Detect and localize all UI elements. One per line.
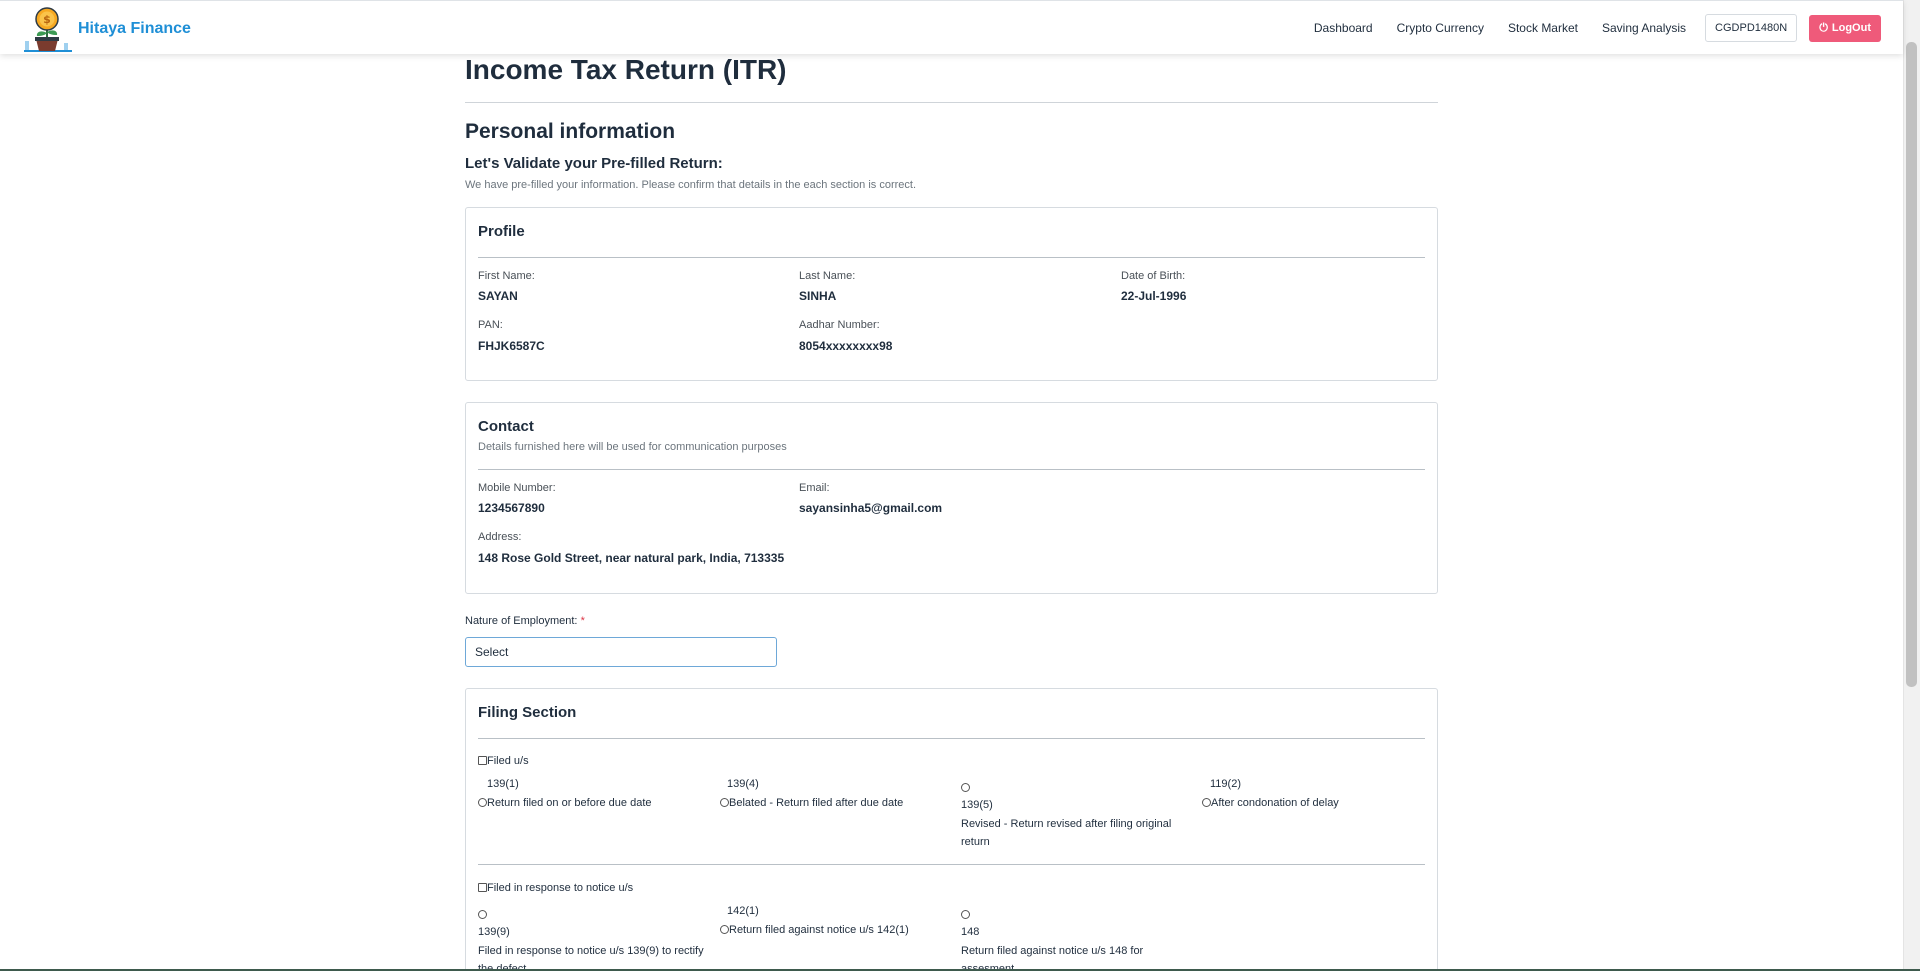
code-148: 148 xyxy=(961,926,980,938)
dob-value: 22-Jul-1996 xyxy=(1121,289,1187,303)
aadhar-label: Aadhar Number: xyxy=(799,319,880,331)
radio-142-1[interactable] xyxy=(720,925,729,934)
option-139-1[interactable]: Return filed on or before due date xyxy=(478,797,652,809)
mobile-label: Mobile Number: xyxy=(478,482,556,494)
employment-label-text: Nature of Employment: xyxy=(465,615,578,627)
code-119-2: 119(2) xyxy=(1210,778,1241,790)
email-label: Email: xyxy=(799,482,830,494)
code-139-9: 139(9) xyxy=(478,926,510,938)
page-scrollbar[interactable] xyxy=(1903,0,1920,971)
top-navbar: $ Hitaya Finance Dashboard Crypto Curren… xyxy=(0,0,1903,54)
mobile-value: 1234567890 xyxy=(478,501,545,515)
title-divider xyxy=(465,102,1438,103)
notice-us-option[interactable]: Filed in response to notice u/s xyxy=(478,882,633,894)
scrollbar-thumb[interactable] xyxy=(1906,42,1917,687)
code-139-4: 139(4) xyxy=(727,778,759,790)
filed-us-option[interactable]: Filed u/s xyxy=(478,755,529,767)
notice-us-label: Filed in response to notice u/s xyxy=(487,882,634,894)
nav-links: Dashboard Crypto Currency Stock Market S… xyxy=(1314,1,1903,55)
radio-139-9[interactable] xyxy=(478,910,487,919)
logout-button[interactable]: ⏻ LogOut xyxy=(1809,14,1881,42)
option-139-5-text[interactable]: Revised - Return revised after filing or… xyxy=(961,815,1191,851)
radio-139-5[interactable] xyxy=(961,783,970,792)
power-icon: ⏻ xyxy=(1819,21,1828,34)
user-id-badge[interactable]: CGDPD1480N xyxy=(1705,14,1798,42)
email-value: sayansinha5@gmail.com xyxy=(799,501,943,515)
dob-label: Date of Birth: xyxy=(1121,270,1186,282)
filing-divider xyxy=(478,738,1425,739)
contact-description: Details furnished here will be used for … xyxy=(478,441,787,453)
option-142-1[interactable]: Return filed against notice u/s 142(1) xyxy=(720,924,909,936)
required-mark: * xyxy=(580,615,585,627)
brand-name: Hitaya Finance xyxy=(78,20,191,37)
nav-link-stock-market[interactable]: Stock Market xyxy=(1508,21,1578,35)
first-name-value: SAYAN xyxy=(478,289,518,303)
radio-139-4[interactable] xyxy=(720,798,729,807)
option-148-text[interactable]: Return filed against notice u/s 148 for … xyxy=(961,942,1191,971)
validate-subtitle: Let's Validate your Pre-filled Return: xyxy=(465,155,723,172)
section-title: Personal information xyxy=(465,120,676,143)
svg-text:$: $ xyxy=(43,13,51,26)
validate-description: We have pre-filled your information. Ple… xyxy=(465,179,917,191)
pan-label: PAN: xyxy=(478,319,503,331)
nav-link-dashboard[interactable]: Dashboard xyxy=(1314,21,1373,35)
code-139-1: 139(1) xyxy=(487,778,519,790)
profile-title: Profile xyxy=(478,223,525,240)
option-139-9-text[interactable]: Filed in response to notice u/s 139(9) t… xyxy=(478,942,708,971)
filing-group-divider xyxy=(478,864,1425,865)
contact-divider xyxy=(478,469,1425,470)
filing-title: Filing Section xyxy=(478,704,577,721)
contact-card: Contact Details furnished here will be u… xyxy=(465,402,1438,594)
employment-select[interactable]: Select xyxy=(465,637,777,667)
option-139-1-text: Return filed on or before due date xyxy=(487,797,652,809)
filed-us-checkbox[interactable] xyxy=(478,756,487,765)
option-139-4-text: Belated - Return filed after due date xyxy=(729,797,904,809)
address-label: Address: xyxy=(478,531,522,543)
page-title: Income Tax Return (ITR) xyxy=(465,54,787,85)
radio-139-1[interactable] xyxy=(478,798,487,807)
last-name-value: SINHA xyxy=(799,289,837,303)
money-plant-logo-icon: $ xyxy=(22,5,74,52)
option-119-2-text: After condonation of delay xyxy=(1211,797,1339,809)
logout-label: LogOut xyxy=(1831,22,1871,34)
option-119-2[interactable]: After condonation of delay xyxy=(1202,797,1339,809)
contact-title: Contact xyxy=(478,418,534,435)
first-name-label: First Name: xyxy=(478,270,535,282)
filed-us-label: Filed u/s xyxy=(487,755,529,767)
brand[interactable]: $ Hitaya Finance xyxy=(22,5,191,52)
profile-card: Profile First Name: SAYAN Last Name: SIN… xyxy=(465,207,1438,381)
code-142-1: 142(1) xyxy=(727,905,759,917)
option-142-1-text: Return filed against notice u/s 142(1) xyxy=(729,924,909,936)
radio-119-2[interactable] xyxy=(1202,798,1211,807)
nav-link-saving-analysis[interactable]: Saving Analysis xyxy=(1602,21,1686,35)
notice-us-checkbox[interactable] xyxy=(478,883,487,892)
last-name-label: Last Name: xyxy=(799,270,856,282)
aadhar-value: 8054xxxxxxxx98 xyxy=(799,339,893,353)
filing-card: Filing Section Filed u/s 139(1) Return f… xyxy=(465,688,1438,971)
code-139-5: 139(5) xyxy=(961,799,993,811)
employment-label: Nature of Employment: * xyxy=(465,615,585,627)
address-value: 148 Rose Gold Street, near natural park,… xyxy=(478,551,785,565)
pan-value: FHJK6587C xyxy=(478,339,545,353)
radio-148[interactable] xyxy=(961,910,970,919)
profile-divider xyxy=(478,257,1425,258)
nav-link-crypto-currency[interactable]: Crypto Currency xyxy=(1397,21,1484,35)
option-139-4[interactable]: Belated - Return filed after due date xyxy=(720,797,903,809)
